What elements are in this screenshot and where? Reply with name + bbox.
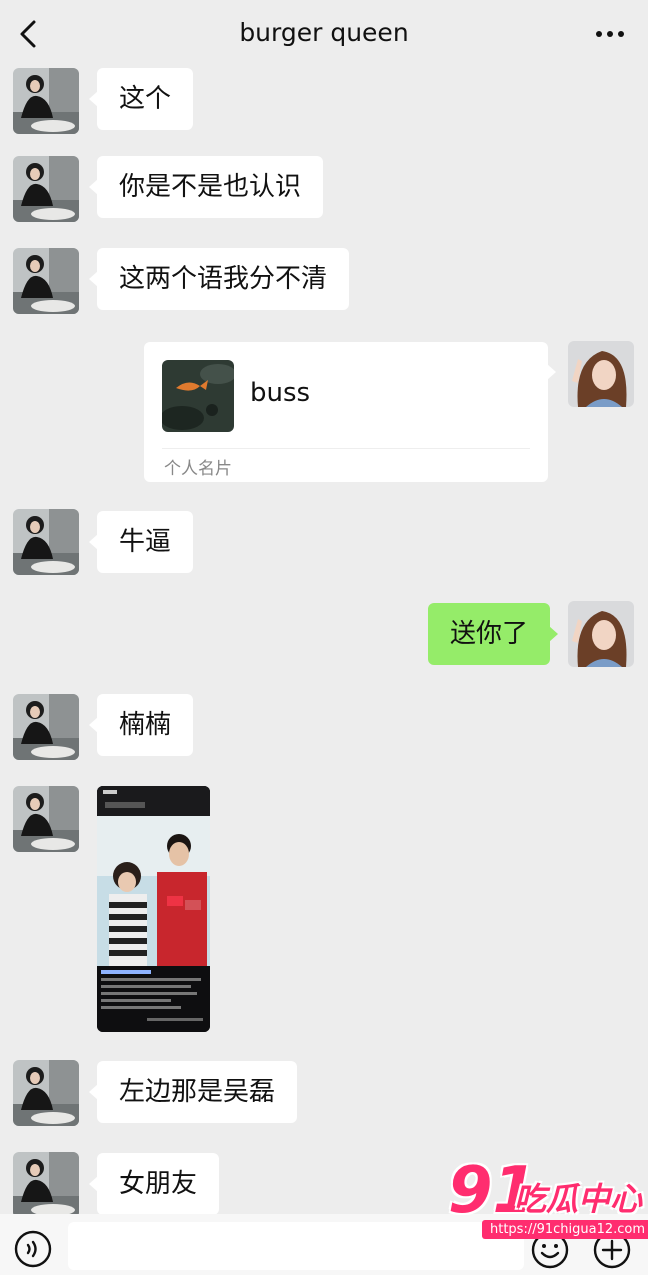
contact-avatar-image — [13, 509, 79, 575]
contact-avatar-image — [13, 248, 79, 314]
contact-avatar[interactable] — [13, 509, 79, 575]
contact-card-name: buss — [250, 378, 311, 408]
my-avatar[interactable] — [568, 601, 634, 667]
more-horizontal-icon — [596, 31, 624, 37]
message-bubble[interactable]: 这个 — [88, 68, 194, 130]
message-bubble[interactable]: 左边那是吴磊 — [88, 1061, 298, 1123]
chat-header: burger queen — [0, 0, 648, 68]
voice-icon — [14, 1230, 52, 1268]
my-avatar-image — [568, 341, 634, 407]
watermark: 91 吃瓜中心 https://91chigua12.com — [448, 1154, 648, 1246]
image-message[interactable] — [97, 786, 210, 1032]
contact-avatar-image — [13, 1152, 79, 1218]
contact-avatar-image — [13, 694, 79, 760]
message-bubble[interactable]: 女朋友 — [88, 1153, 220, 1215]
contact-avatar-image — [13, 68, 79, 134]
screenshot-image — [97, 786, 210, 1032]
contact-avatar[interactable] — [13, 248, 79, 314]
contact-avatar[interactable] — [13, 68, 79, 134]
voice-button[interactable] — [14, 1230, 52, 1268]
message-bubble[interactable]: 这两个语我分不清 — [88, 248, 350, 310]
contact-avatar-image — [13, 156, 79, 222]
contact-avatar-image — [13, 1060, 79, 1126]
my-avatar[interactable] — [568, 341, 634, 407]
message-bubble[interactable]: 你是不是也认识 — [88, 156, 324, 218]
contact-card-label: 个人名片 — [164, 459, 232, 479]
contact-card-avatar — [162, 360, 234, 432]
message-bubble-outgoing[interactable]: 送你了 — [428, 603, 559, 665]
more-button[interactable] — [594, 22, 626, 46]
message-bubble[interactable]: 楠楠 — [88, 694, 194, 756]
contact-avatar-image — [13, 786, 79, 852]
contact-avatar[interactable] — [13, 1060, 79, 1126]
my-avatar-image — [568, 601, 634, 667]
contact-avatar[interactable] — [13, 1152, 79, 1218]
contact-avatar[interactable] — [13, 156, 79, 222]
contact-card-message[interactable]: buss 个人名片 — [144, 342, 556, 482]
watermark-url: https://91chigua12.com — [482, 1220, 648, 1239]
contact-card-divider — [162, 448, 530, 449]
message-bubble[interactable]: 牛逼 — [88, 511, 194, 573]
chat-title: burger queen — [239, 18, 409, 47]
contact-avatar[interactable] — [13, 786, 79, 852]
watermark-brand: 吃瓜中心 — [514, 1180, 643, 1218]
contact-avatar[interactable] — [13, 694, 79, 760]
